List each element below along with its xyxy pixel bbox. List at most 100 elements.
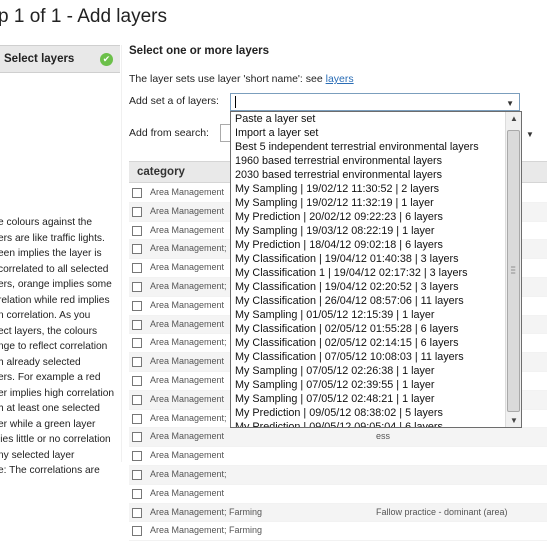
help-line: een implies the layer is <box>0 248 102 259</box>
row-checkbox[interactable] <box>132 375 142 386</box>
help-line: h at least one selected <box>0 403 100 414</box>
step-select-layers[interactable]: Select layers ✔ <box>0 45 120 73</box>
row-checkbox[interactable] <box>132 206 142 217</box>
help-line: ers. For example a red <box>0 372 101 383</box>
row-category: Area Management <box>150 205 225 216</box>
row-layer-name: ess <box>376 431 391 442</box>
row-category: Area Management <box>150 356 225 367</box>
dropdown-option[interactable]: My Prediction | 09/05/12 08:38:02 | 5 la… <box>231 406 521 420</box>
row-checkbox[interactable] <box>132 469 142 480</box>
scroll-thumb[interactable]: ═ ═ ═ <box>507 130 520 412</box>
row-checkbox[interactable] <box>132 225 142 236</box>
scroll-down-icon[interactable]: ▼ <box>510 416 518 425</box>
dropdown-option[interactable]: My Sampling | 19/02/12 11:30:52 | 2 laye… <box>231 182 521 196</box>
row-checkbox[interactable] <box>132 526 142 537</box>
dropdown-option[interactable]: My Classification | 02/05/12 01:55:28 | … <box>231 322 521 336</box>
step-label: Select layers <box>4 53 75 65</box>
dropdown-option[interactable]: My Prediction | 20/02/12 09:22:23 | 6 la… <box>231 210 521 224</box>
table-row[interactable]: Area Management; <box>129 465 547 485</box>
row-checkbox[interactable] <box>132 263 142 274</box>
dropdown-option[interactable]: Paste a layer set <box>231 112 521 126</box>
dropdown-option[interactable]: My Prediction | 18/04/12 09:02:18 | 6 la… <box>231 238 521 252</box>
row-category: Area Management; Farming <box>150 525 263 536</box>
row-category: Area Management <box>150 487 225 498</box>
help-line: ers, orange implies some <box>0 279 112 290</box>
row-category: Area Management <box>150 299 225 310</box>
dropdown-option[interactable]: My Sampling | 19/02/12 11:32:19 | 1 laye… <box>231 196 521 210</box>
row-checkbox[interactable] <box>132 413 142 424</box>
help-line: lies little or no correlation <box>0 434 111 445</box>
dropdown-option[interactable]: My Sampling | 07/05/12 02:48:21 | 1 laye… <box>231 392 521 406</box>
table-row[interactable]: Area Management <box>129 447 547 466</box>
row-category: Area Management <box>150 262 225 273</box>
table-row[interactable]: Area Management; Farming Fallow practice … <box>129 503 547 523</box>
help-line: ers are like traffic lights. <box>0 232 105 244</box>
row-checkbox[interactable] <box>132 357 142 368</box>
check-icon: ✔ <box>100 53 113 66</box>
note-text: The layer sets use layer 'short name': s… <box>129 73 323 85</box>
layers-link[interactable]: layers <box>326 73 354 85</box>
table-row[interactable]: Area Management ess <box>129 428 547 448</box>
row-category: Area Management; <box>150 280 227 291</box>
help-line: correlated to all selected <box>0 263 109 275</box>
table-row[interactable]: Area Management; Farming <box>129 522 547 541</box>
dropdown-option[interactable]: My Classification | 26/04/12 08:57:06 | … <box>231 294 521 308</box>
dropdown-scrollbar[interactable]: ▲ ═ ═ ═ ▼ <box>505 112 521 427</box>
row-category: Area Management <box>150 450 225 461</box>
dropdown-option[interactable]: My Classification | 07/05/12 10:08:03 | … <box>231 350 521 364</box>
help-line: e colours against the <box>0 217 93 228</box>
row-checkbox[interactable] <box>132 451 142 462</box>
row-checkbox[interactable] <box>132 281 142 292</box>
dropdown-option[interactable]: My Classification | 19/04/12 01:40:38 | … <box>231 252 521 266</box>
dropdown-option[interactable]: My Classification 1 | 19/04/12 02:17:32 … <box>231 266 521 280</box>
dropdown-arrow-icon[interactable]: ▼ <box>506 99 514 108</box>
row-checkbox[interactable] <box>132 488 142 499</box>
row-checkbox[interactable] <box>132 319 142 330</box>
row-checkbox[interactable] <box>132 244 142 255</box>
row-category: Area Management; <box>150 243 227 254</box>
add-set-combobox[interactable]: ▼ <box>230 93 520 111</box>
row-checkbox[interactable] <box>132 432 142 443</box>
grip-icon: ═ ═ ═ <box>511 265 516 277</box>
row-category: Area Management <box>150 431 225 442</box>
help-line: n correlation. As you <box>0 310 91 321</box>
row-checkbox[interactable] <box>132 300 142 311</box>
dropdown-option[interactable]: My Sampling | 07/05/12 02:39:55 | 1 laye… <box>231 378 521 392</box>
add-set-label: Add set a of layers: <box>129 95 219 107</box>
dropdown-option[interactable]: Import a layer set <box>231 126 521 140</box>
row-checkbox[interactable] <box>132 188 142 198</box>
row-checkbox[interactable] <box>132 507 142 518</box>
section-heading: Select one or more layers <box>129 45 269 57</box>
row-category: Area Management <box>150 374 225 385</box>
dropdown-option[interactable]: My Classification | 02/05/12 02:14:15 | … <box>231 336 521 350</box>
dropdown-option[interactable]: My Classification | 19/04/12 02:20:52 | … <box>231 280 521 294</box>
scroll-up-icon[interactable]: ▲ <box>510 114 518 123</box>
help-line: e: The correlations are <box>0 465 100 476</box>
layer-sets-note: The layer sets use layer 'short name': s… <box>129 73 354 85</box>
dropdown-option[interactable]: My Prediction | 09/05/12 09:05:04 | 6 la… <box>231 420 521 427</box>
dropdown-options: Paste a layer set Import a layer set Best … <box>231 112 521 427</box>
dropdown-option[interactable]: 1960 based terrestrial environmental lay… <box>231 154 521 168</box>
dropdown-option[interactable]: My Sampling | 07/05/12 02:26:38 | 1 laye… <box>231 364 521 378</box>
row-category: Area Management; <box>150 412 227 423</box>
help-line: er while a green layer <box>0 418 96 430</box>
row-category: Area Management; <box>150 468 227 479</box>
layer-set-dropdown-list[interactable]: Paste a layer set Import a layer set Best … <box>230 111 522 428</box>
row-category: Area Management; <box>150 337 227 348</box>
dropdown-option[interactable]: 2030 based terrestrial environmental lay… <box>231 168 521 182</box>
column-header-category[interactable]: category <box>137 166 185 178</box>
table-row[interactable]: Area Management <box>129 485 547 504</box>
dropdown-option[interactable]: My Sampling | 01/05/12 12:15:39 | 1 laye… <box>231 308 521 322</box>
search-dropdown-arrow-icon[interactable]: ▼ <box>526 130 534 139</box>
page-title: p 1 of 1 - Add layers <box>0 6 167 27</box>
help-line: er implies high correlation <box>0 387 115 399</box>
row-layer-name: Fallow practice - dominant (area) <box>376 506 508 517</box>
row-checkbox[interactable] <box>132 338 142 349</box>
row-category: Area Management <box>150 318 225 329</box>
dropdown-option[interactable]: My Sampling | 19/03/12 08:22:19 | 1 laye… <box>231 224 521 238</box>
row-category: Area Management <box>150 224 225 235</box>
row-category: Area Management <box>150 187 225 197</box>
dropdown-option[interactable]: Best 5 independent terrestrial environme… <box>231 140 521 154</box>
help-text: e colours against the ers are like traff… <box>0 215 123 479</box>
row-checkbox[interactable] <box>132 394 142 405</box>
